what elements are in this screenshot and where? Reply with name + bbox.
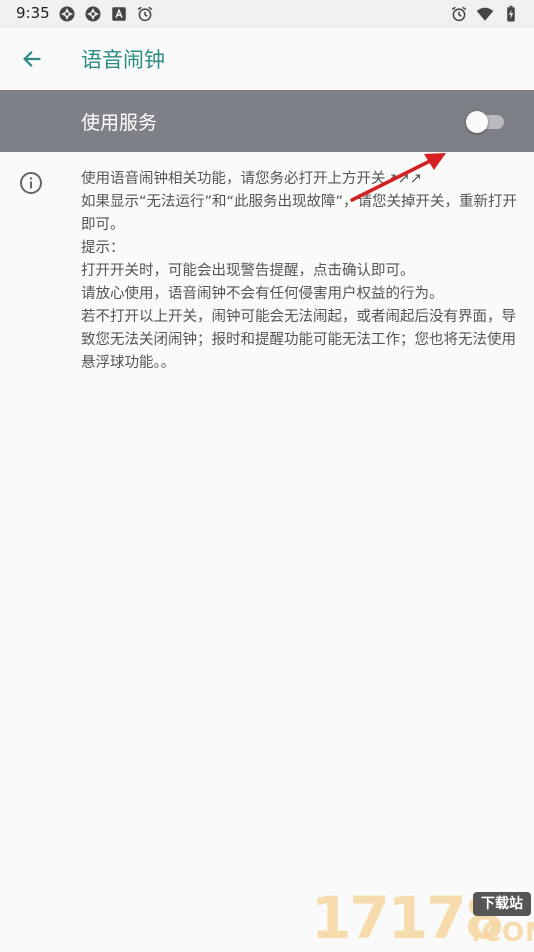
watermark-logo: 17178 下载站 .COM: [305, 880, 534, 952]
info-text: 使用语音闹钟相关功能，请您务必打开上方开关↗↗↗ 如果显示“无法运行”和“此服务…: [81, 168, 521, 375]
arrow-left-icon: [23, 51, 41, 67]
info-line: 若不打开以上开关，闹钟可能会无法闹起，或者闹起后没有界面，导致您无法关闭闹钟；报…: [81, 309, 516, 371]
info-line: 提示：: [81, 240, 125, 256]
wifi-icon: [476, 7, 494, 21]
font-icon: [112, 7, 126, 21]
info-icon: [20, 172, 42, 194]
status-left-icons: [58, 5, 154, 23]
app-bar: 语音闹钟: [0, 28, 534, 90]
toggle-thumb: [466, 111, 488, 133]
info-line: 如果显示“无法运行”和“此服务出现故障”，请您关掉开关，重新打开即可。: [81, 194, 518, 233]
use-service-toggle[interactable]: [466, 110, 504, 133]
status-time: 9:35: [16, 4, 50, 22]
status-right-icons: [450, 5, 520, 23]
status-bar: 9:35: [0, 0, 534, 28]
info-line: 使用语音闹钟相关功能，请您务必打开上方开关↗↗↗: [81, 171, 422, 187]
page-title: 语音闹钟: [81, 48, 165, 72]
alarm-clock-icon: [137, 6, 153, 22]
use-service-row[interactable]: 使用服务: [0, 90, 534, 152]
battery-charging-icon: [507, 5, 515, 22]
watermark-badge: 下载站: [473, 892, 531, 916]
aperture-icon: [59, 6, 75, 22]
aperture-icon: [85, 6, 101, 22]
use-service-label: 使用服务: [81, 112, 158, 134]
watermark-domain: .COM: [471, 918, 534, 948]
back-button[interactable]: [16, 43, 48, 75]
info-line: 请放心使用，语音闹钟不会有任何侵害用户权益的行为。: [81, 286, 444, 302]
info-line: 打开开关时，可能会出现警告提醒，点击确认即可。: [81, 263, 415, 279]
alarm-clock-icon: [451, 6, 467, 22]
